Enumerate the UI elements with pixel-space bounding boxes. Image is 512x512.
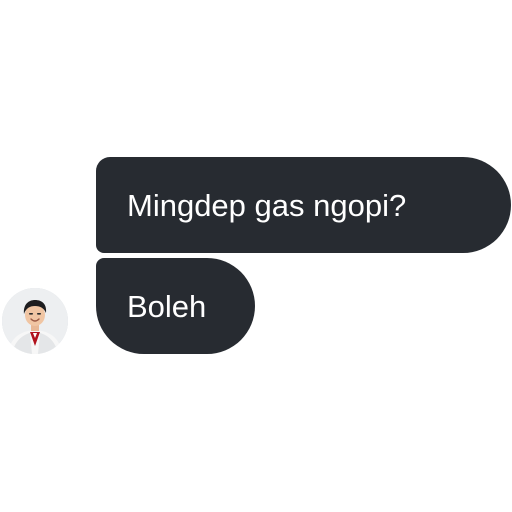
person-avatar-icon [2,288,68,354]
message-thread: Mingdep gas ngopi? Boleh [0,0,512,512]
sender-avatar[interactable] [2,288,68,354]
chat-screen: Mingdep gas ngopi? Boleh [0,0,512,512]
message-text: Mingdep gas ngopi? [127,187,407,223]
message-bubble-second[interactable]: Boleh [96,258,255,354]
message-text: Boleh [127,288,207,324]
message-bubble-first[interactable]: Mingdep gas ngopi? [96,157,511,253]
